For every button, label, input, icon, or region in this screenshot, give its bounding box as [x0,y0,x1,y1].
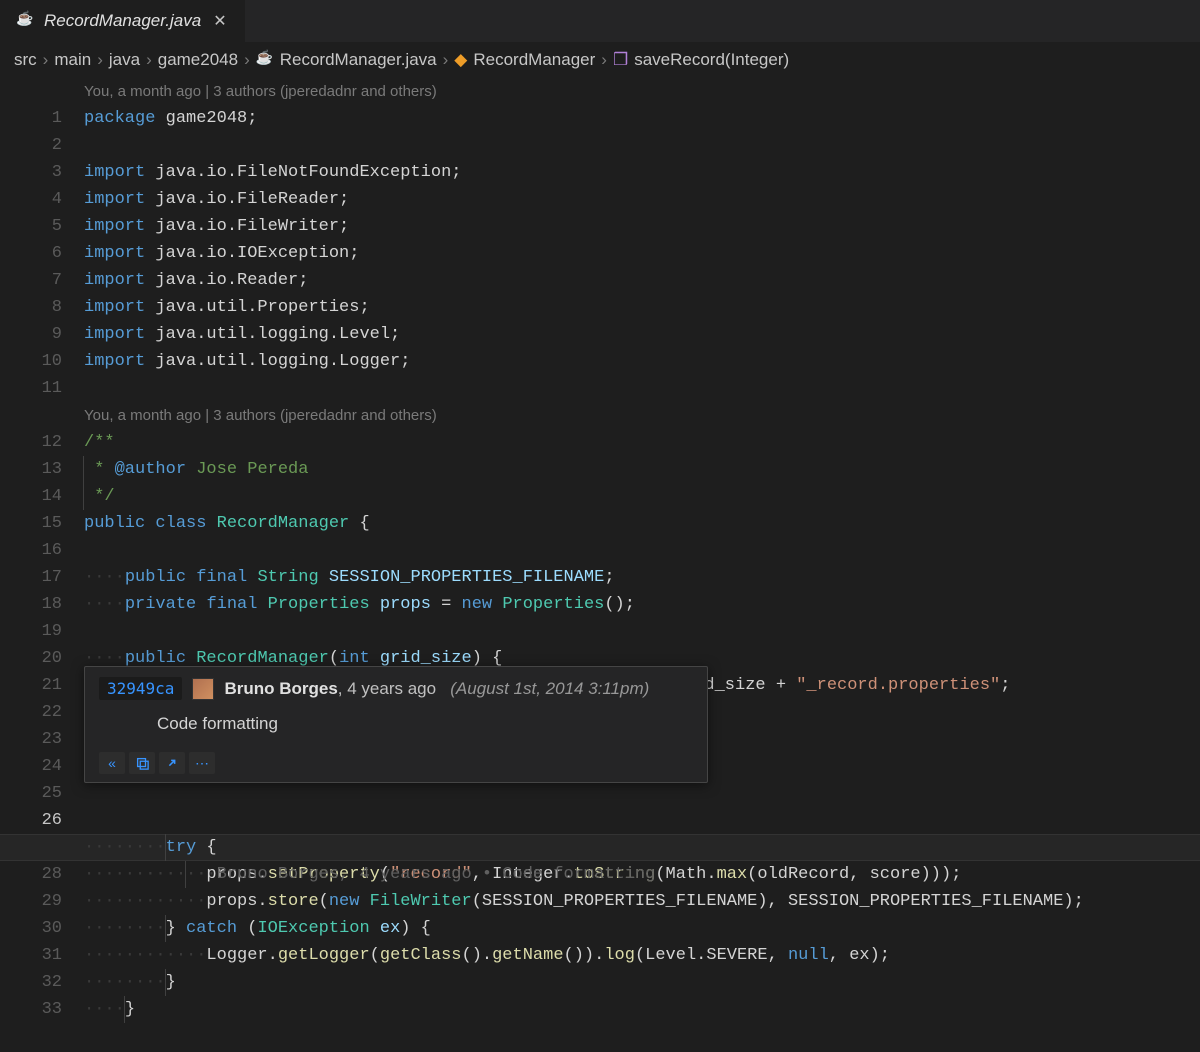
codelens-mid[interactable]: You, a month ago | 3 authors (jperedadnr… [84,402,1200,429]
more-icon[interactable]: ⋯ [189,752,215,774]
code-line: ············props.store(new FileWriter(S… [84,888,1200,915]
code-line: ············Logger.getLogger(getClass().… [84,942,1200,969]
chevron-right-icon: › [601,50,607,70]
close-icon[interactable]: ✕ [211,11,228,31]
code-line: ········} catch (IOException ex) { [84,915,1200,942]
crumb-package[interactable]: game2048 [158,50,238,70]
code-line [84,780,1200,807]
chevron-right-icon: › [146,50,152,70]
code-line: ····} [84,996,1200,1023]
tab-title: RecordManager.java [44,11,201,31]
inline-blame: Bruno Borges, 4 years ago • Code formatt… [217,865,656,884]
blame-popover: 32949ca Bruno Borges, 4 years ago (Augus… [84,666,708,783]
code-line [84,537,1200,564]
code-line: */ [84,483,1200,510]
editor-tabs: RecordManager.java ✕ [0,0,1200,42]
code-line: /** [84,429,1200,456]
avatar [192,678,214,700]
open-external-icon[interactable] [159,752,185,774]
prev-change-icon[interactable]: « [99,752,125,774]
copy-icon[interactable] [129,752,155,774]
code-editor[interactable]: 1234567891011 12131415161718192021222324… [0,78,1200,1048]
commit-ago: 4 years ago [347,679,436,698]
commit-date: (August 1st, 2014 3:11pm) [450,679,649,698]
commit-author: Bruno Borges [224,679,337,698]
code-line: import java.util.Properties; [84,294,1200,321]
code-line: import java.util.logging.Logger; [84,348,1200,375]
crumb-src[interactable]: src [14,50,37,70]
code-line: import java.io.FileWriter; [84,213,1200,240]
tab-recordmanager[interactable]: RecordManager.java ✕ [0,0,245,42]
code-line [84,132,1200,159]
code-line: import java.io.IOException; [84,240,1200,267]
class-icon: ◆ [454,50,467,70]
commit-hash[interactable]: 32949ca [99,677,182,700]
code-line: ········try { [84,834,1200,861]
method-icon: ❒ [613,50,628,70]
commit-message: Code formatting [99,714,693,734]
code-line: import java.io.Reader; [84,267,1200,294]
chevron-right-icon: › [244,50,250,70]
chevron-right-icon: › [97,50,103,70]
code-line: package game2048; [84,105,1200,132]
code-line: * @author Jose Pereda [84,456,1200,483]
code-line-current: ·······Bruno Borges, 4 years ago • Code … [84,807,1200,834]
codelens-top[interactable]: You, a month ago | 3 authors (jperedadnr… [84,78,1200,105]
chevron-right-icon: › [443,50,449,70]
code-line [84,618,1200,645]
code-area[interactable]: You, a month ago | 3 authors (jperedadnr… [84,78,1200,1048]
java-file-icon [16,12,34,30]
code-line [84,375,1200,402]
code-line: ····private final Properties props = new… [84,591,1200,618]
code-line: ····public final String SESSION_PROPERTI… [84,564,1200,591]
crumb-file[interactable]: RecordManager.java [280,50,437,70]
breadcrumb: src › main › java › game2048 › RecordMan… [0,42,1200,78]
code-line: import java.io.FileNotFoundException; [84,159,1200,186]
crumb-method[interactable]: saveRecord(Integer) [634,50,789,70]
java-file-icon [256,51,274,69]
crumb-main[interactable]: main [54,50,91,70]
crumb-java[interactable]: java [109,50,140,70]
popover-actions: « ⋯ [99,752,693,774]
crumb-class[interactable]: RecordManager [473,50,595,70]
code-line: public class RecordManager { [84,510,1200,537]
code-line: ········} [84,969,1200,996]
chevron-right-icon: › [43,50,49,70]
code-line: import java.util.logging.Level; [84,321,1200,348]
line-gutter: 1234567891011 12131415161718192021222324… [0,78,84,1048]
code-line: import java.io.FileReader; [84,186,1200,213]
